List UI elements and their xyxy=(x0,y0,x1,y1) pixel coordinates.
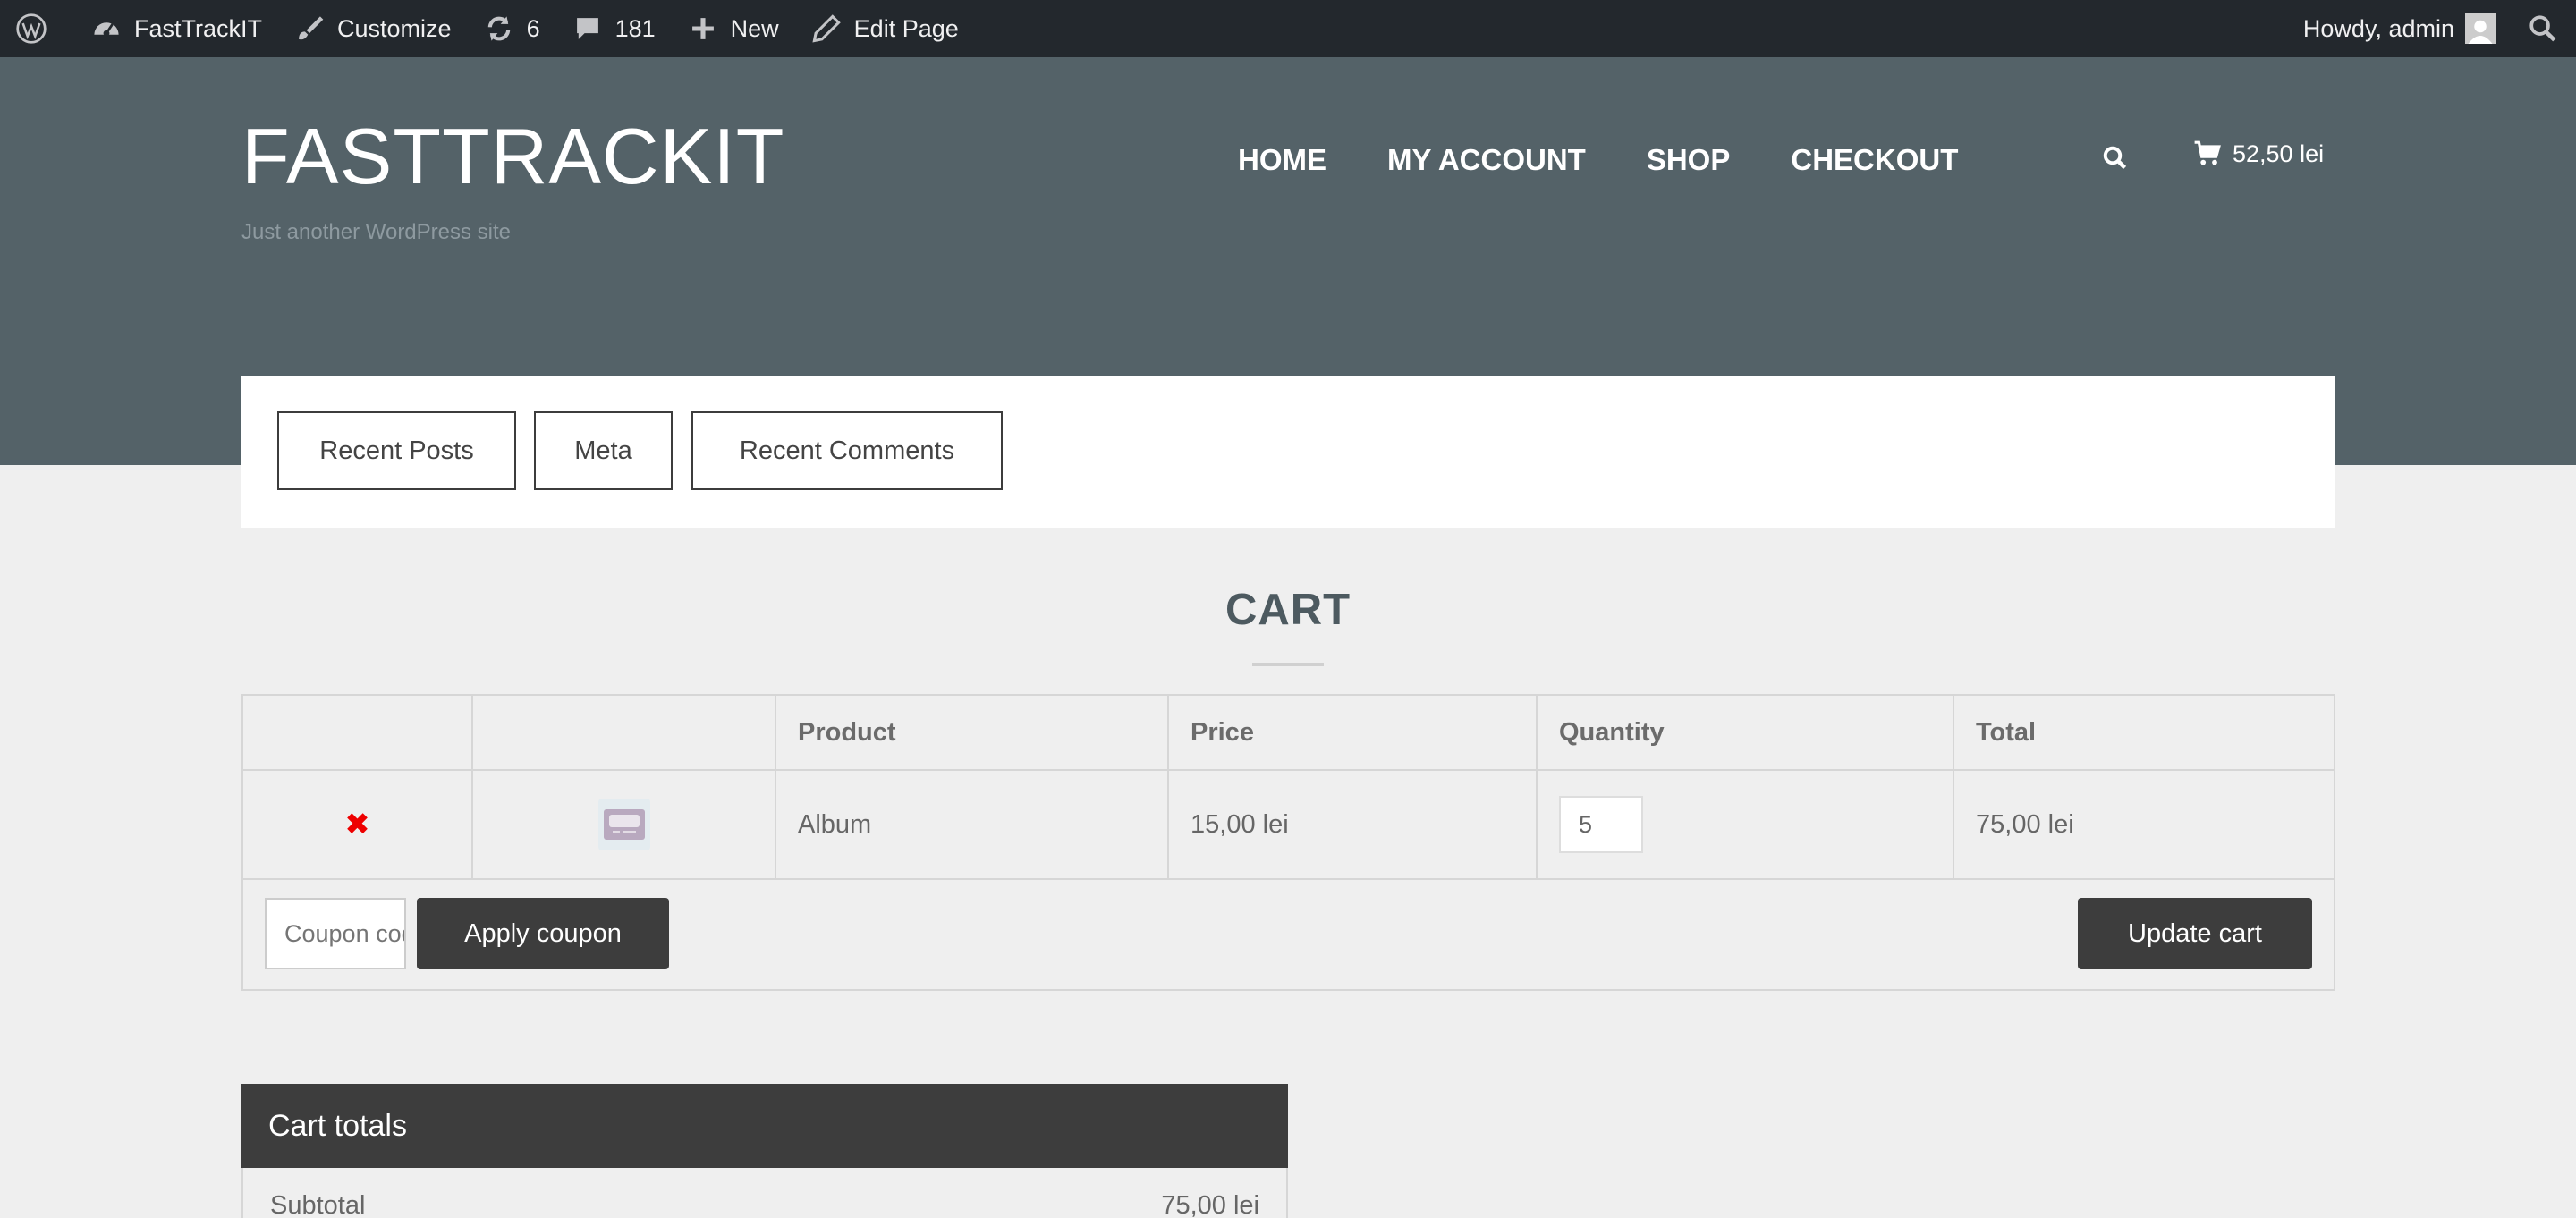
nav-item-home[interactable]: HOME xyxy=(1238,143,1326,177)
cart-totals: Cart totals Subtotal 75,00 lei xyxy=(242,1084,1288,1218)
admin-bar: FastTrackIT Customize 6 181 New Edit Pag… xyxy=(0,0,2576,57)
table-row: ✖ Album 15,00 lei 75,00 lei xyxy=(242,769,2335,880)
coupon-code-input[interactable] xyxy=(265,898,406,969)
widget-tabs-panel: Recent Posts Meta Recent Comments xyxy=(242,376,2334,528)
woocommerce-placeholder-icon xyxy=(603,809,645,840)
column-header-total: Total xyxy=(1953,694,2335,771)
table-header-row: Product Price Quantity Total xyxy=(242,694,2335,771)
remove-cell: ✖ xyxy=(242,769,473,880)
user-icon xyxy=(2468,20,2493,44)
subtotal-row: Subtotal 75,00 lei xyxy=(242,1168,1288,1218)
header-cart-total: 52,50 lei xyxy=(2233,140,2325,167)
plus-icon xyxy=(691,18,714,39)
header-cart-link[interactable]: 52,50 lei xyxy=(2193,140,2324,168)
nav-item-checkout[interactable]: CHECKOUT xyxy=(1791,143,1958,177)
product-thumbnail[interactable] xyxy=(597,799,650,850)
column-header-product: Product xyxy=(775,694,1169,771)
cart-totals-title: Cart totals xyxy=(242,1084,1288,1168)
avatar xyxy=(2465,13,2496,44)
shopping-cart-icon xyxy=(2194,140,2221,165)
updates-icon xyxy=(487,16,510,41)
cart-actions-row: Apply coupon Update cart xyxy=(242,878,2335,991)
update-cart-button[interactable]: Update cart xyxy=(2078,898,2312,969)
my-account-menu[interactable]: Howdy, admin xyxy=(2287,0,2512,57)
wordpress-icon xyxy=(16,13,47,44)
column-header-price: Price xyxy=(1167,694,1538,771)
title-divider xyxy=(1252,663,1324,666)
tab-recent-comments[interactable]: Recent Comments xyxy=(691,411,1003,490)
product-subtotal-cell: 75,00 lei xyxy=(1953,769,2335,880)
dashboard-icon xyxy=(94,22,119,37)
tab-meta[interactable]: Meta xyxy=(534,411,673,490)
customize-label: Customize xyxy=(337,14,452,42)
updates-link[interactable]: 6 xyxy=(468,0,556,57)
edit-page-link[interactable]: Edit Page xyxy=(795,0,975,57)
search-icon xyxy=(2529,15,2556,42)
quantity-cell xyxy=(1536,769,1954,880)
primary-nav: HOME MY ACCOUNT SHOP CHECKOUT xyxy=(1238,143,2019,177)
subtotal-label: Subtotal xyxy=(270,1191,366,1218)
nav-item-shop[interactable]: SHOP xyxy=(1647,143,1731,177)
new-content-menu[interactable]: New xyxy=(672,0,795,57)
column-header-thumbnail xyxy=(471,694,776,771)
subtotal-value: 75,00 lei xyxy=(1161,1191,1259,1218)
admin-search[interactable] xyxy=(2512,0,2576,57)
thumbnail-cell xyxy=(471,769,776,880)
new-label: New xyxy=(730,14,779,42)
cart-table: Product Price Quantity Total ✖ Album 15,… xyxy=(242,694,2335,991)
site-title[interactable]: FASTTRACKIT xyxy=(242,111,785,202)
customize-link[interactable]: Customize xyxy=(278,0,468,57)
product-name-cell[interactable]: Album xyxy=(775,769,1169,880)
edit-page-label: Edit Page xyxy=(853,14,959,42)
paintbrush-icon xyxy=(299,16,324,40)
howdy-label: Howdy, admin xyxy=(2302,14,2454,42)
page-title: CART xyxy=(1224,586,1352,634)
site-name-menu[interactable]: FastTrackIT xyxy=(75,0,278,57)
search-icon[interactable] xyxy=(2102,145,2129,172)
comments-link[interactable]: 181 xyxy=(556,0,672,57)
comment-icon xyxy=(576,18,598,39)
updates-count: 6 xyxy=(526,14,540,42)
remove-item-icon[interactable]: ✖ xyxy=(265,807,450,842)
product-price-cell: 15,00 lei xyxy=(1167,769,1538,880)
site-tagline: Just another WordPress site xyxy=(242,220,512,244)
nav-item-my-account[interactable]: MY ACCOUNT xyxy=(1387,143,1586,177)
cart-actions-cell: Apply coupon Update cart xyxy=(242,878,2335,991)
column-header-remove xyxy=(242,694,473,771)
pencil-icon xyxy=(812,14,841,43)
wordpress-logo-menu[interactable] xyxy=(0,0,75,57)
apply-coupon-button[interactable]: Apply coupon xyxy=(417,898,669,969)
site-name-label: FastTrackIT xyxy=(134,14,263,42)
quantity-input[interactable] xyxy=(1559,796,1643,853)
tab-recent-posts[interactable]: Recent Posts xyxy=(277,411,516,490)
comments-count: 181 xyxy=(614,14,656,42)
column-header-quantity: Quantity xyxy=(1536,694,1954,771)
